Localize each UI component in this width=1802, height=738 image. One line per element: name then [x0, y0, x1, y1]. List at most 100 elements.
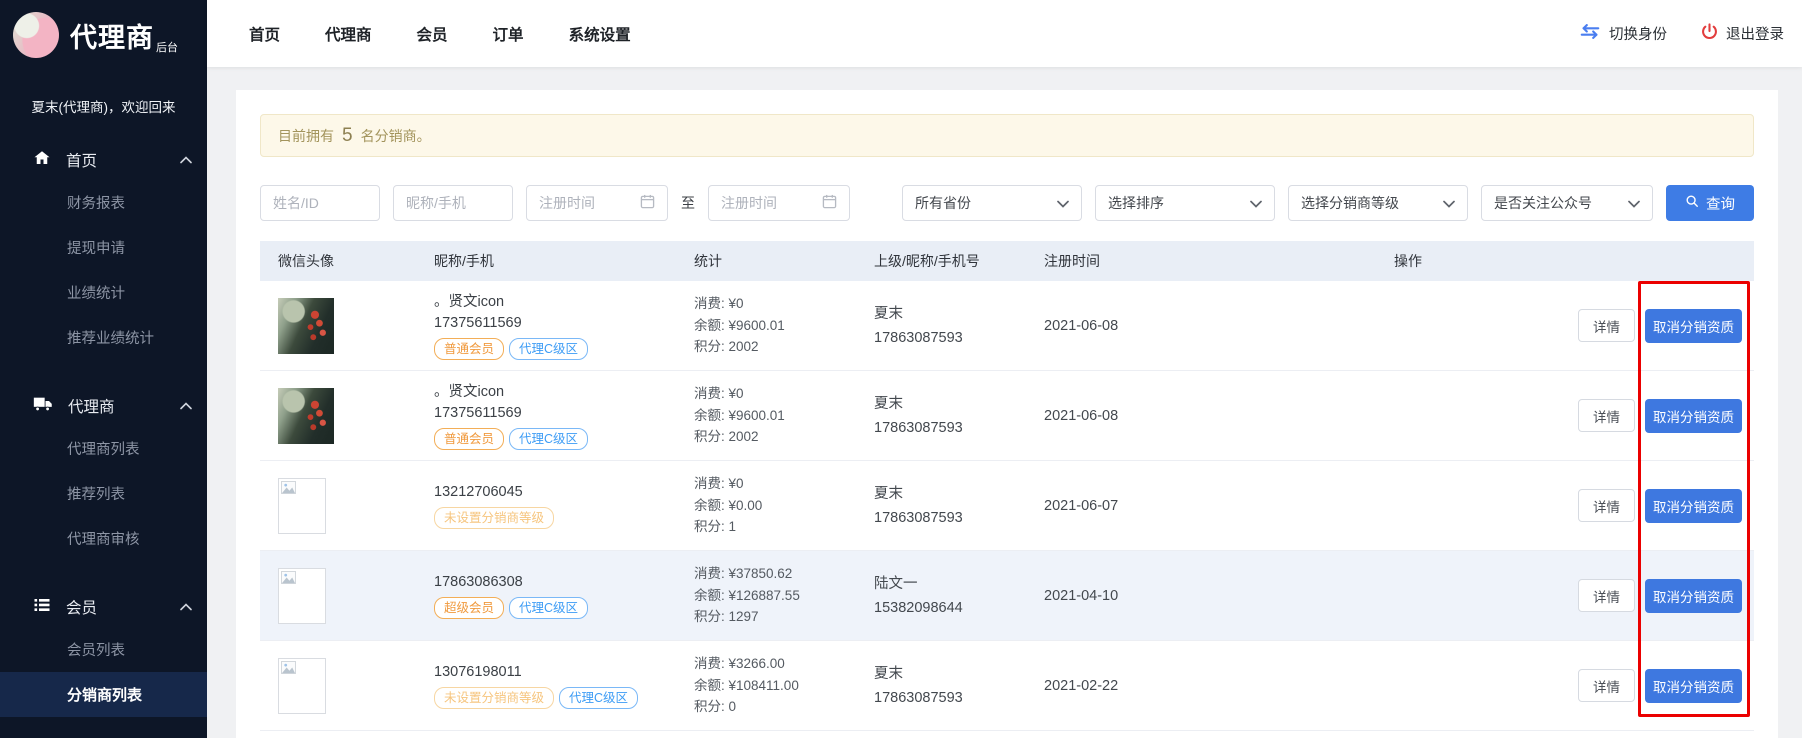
cancel-distribution-button[interactable]: 取消分销资质	[1645, 669, 1742, 703]
nickname-phone-input[interactable]	[393, 185, 513, 221]
sidebar-item-performance-stats[interactable]: 业绩统计	[0, 270, 207, 315]
consume-stat: 消费: ¥0	[694, 473, 860, 495]
tab-home[interactable]: 首页	[249, 23, 280, 45]
agent-zone-badge: 代理C级区	[559, 687, 638, 709]
detail-button[interactable]: 详情	[1578, 309, 1635, 342]
balance-stat: 余额: ¥0.00	[694, 495, 860, 517]
sidebar-item-member[interactable]: 会员	[0, 587, 207, 627]
nickname: 。贤文icon	[434, 382, 680, 403]
column-header-register-time: 注册时间	[1030, 251, 1380, 271]
home-icon	[33, 149, 51, 172]
consume-stat: 消费: ¥0	[694, 293, 860, 315]
province-select[interactable]: 所有省份	[902, 185, 1082, 221]
parent-name: 夏末	[874, 482, 1030, 506]
logout-label: 退出登录	[1726, 23, 1784, 44]
logo-avatar	[13, 12, 59, 58]
member-level-badge: 普通会员	[434, 338, 504, 360]
detail-button[interactable]: 详情	[1578, 579, 1635, 612]
sidebar-item-finance-report[interactable]: 财务报表	[0, 180, 207, 225]
sidebar-menu: 首页 财务报表 提现申请 业绩统计 推荐业绩统计 代理商	[0, 140, 207, 717]
wechat-avatar-placeholder	[278, 478, 326, 534]
sidebar-item-agent-review[interactable]: 代理商审核	[0, 516, 207, 561]
welcome-text: 夏末(代理商)，欢迎回来	[0, 96, 207, 116]
distributor-table: 微信头像 昵称/手机 统计 上级/昵称/手机号 注册时间 操作 。贤文icon …	[260, 241, 1754, 731]
phone: 13212706045	[434, 482, 680, 503]
distributor-level-select[interactable]: 选择分销商等级	[1288, 185, 1468, 221]
parent-name: 夏末	[874, 302, 1030, 326]
sidebar-item-referral-performance-stats[interactable]: 推荐业绩统计	[0, 315, 207, 360]
tab-system-settings[interactable]: 系统设置	[569, 23, 631, 45]
sidebar-item-home[interactable]: 首页	[0, 140, 207, 180]
chevron-up-icon[interactable]	[180, 397, 192, 415]
sidebar-item-agent[interactable]: 代理商	[0, 386, 207, 426]
main-area: 首页 代理商 会员 订单 系统设置 切换身份 退出登录	[207, 0, 1802, 738]
search-button[interactable]: 查询	[1666, 185, 1754, 221]
wechat-avatar-placeholder	[278, 658, 326, 714]
switch-identity-button[interactable]: 切换身份	[1579, 23, 1667, 44]
points-stat: 积分: 1297	[694, 606, 860, 628]
register-time-start-picker[interactable]: 注册时间	[526, 185, 668, 221]
topbar: 首页 代理商 会员 订单 系统设置 切换身份 退出登录	[207, 0, 1802, 67]
province-select-value: 所有省份	[915, 193, 971, 213]
content: 目前拥有 5 名分销商。 注册时间 至 注册	[207, 67, 1802, 738]
chevron-down-icon	[1057, 195, 1069, 211]
phone: 17375611569	[434, 403, 680, 424]
sidebar-item-distributor-list[interactable]: 分销商列表	[0, 672, 207, 717]
member-level-badge: 未设置分销商等级	[434, 687, 554, 709]
topbar-right: 切换身份 退出登录	[1579, 23, 1784, 44]
panel: 目前拥有 5 名分销商。 注册时间 至 注册	[236, 90, 1778, 738]
column-header-avatar: 微信头像	[260, 251, 420, 271]
wechat-avatar-placeholder	[278, 568, 326, 624]
sort-select[interactable]: 选择排序	[1095, 185, 1275, 221]
cancel-distribution-button[interactable]: 取消分销资质	[1645, 579, 1742, 613]
logo-title: 代理商	[70, 23, 154, 53]
register-time-end-picker[interactable]: 注册时间	[708, 185, 850, 221]
member-level-badge: 未设置分销商等级	[434, 507, 554, 529]
cancel-distribution-button[interactable]: 取消分销资质	[1645, 309, 1742, 343]
consume-stat: 消费: ¥37850.62	[694, 563, 860, 585]
follow-official-account-select[interactable]: 是否关注公众号	[1481, 185, 1653, 221]
tab-agent[interactable]: 代理商	[325, 23, 372, 45]
balance-stat: 余额: ¥108411.00	[694, 675, 860, 697]
points-stat: 积分: 1	[694, 516, 860, 538]
sidebar-item-agent-list[interactable]: 代理商列表	[0, 426, 207, 471]
sidebar-item-withdraw-apply[interactable]: 提现申请	[0, 225, 207, 270]
wechat-avatar	[278, 298, 334, 354]
column-header-actions: 操作	[1380, 251, 1754, 271]
distributor-count: 5	[342, 125, 353, 147]
cancel-distribution-button[interactable]: 取消分销资质	[1645, 399, 1742, 433]
search-icon	[1685, 194, 1699, 212]
chevron-up-icon[interactable]	[180, 151, 192, 169]
wechat-avatar	[278, 388, 334, 444]
member-level-badge: 超级会员	[434, 597, 504, 619]
tab-member[interactable]: 会员	[417, 23, 448, 45]
chevron-down-icon	[1250, 195, 1262, 211]
parent-name: 夏末	[874, 392, 1030, 416]
list-icon	[33, 596, 51, 619]
tab-order[interactable]: 订单	[493, 23, 524, 45]
cancel-distribution-button[interactable]: 取消分销资质	[1645, 489, 1742, 523]
switch-identity-label: 切换身份	[1609, 23, 1667, 44]
menu-label: 首页	[66, 149, 97, 171]
notice-prefix: 目前拥有	[278, 126, 334, 146]
notice-suffix: 名分销商。	[361, 126, 431, 146]
balance-stat: 余额: ¥9600.01	[694, 405, 860, 427]
agent-zone-badge: 代理C级区	[509, 338, 588, 360]
detail-button[interactable]: 详情	[1578, 489, 1635, 522]
logout-button[interactable]: 退出登录	[1701, 23, 1784, 44]
table-row: 。贤文icon 17375611569 普通会员 代理C级区 消费: ¥0 余额…	[260, 371, 1754, 461]
swap-arrows-icon	[1579, 24, 1601, 43]
phone: 17375611569	[434, 313, 680, 334]
register-date: 2021-06-08	[1030, 318, 1380, 334]
register-date: 2021-04-10	[1030, 588, 1380, 604]
search-button-label: 查询	[1706, 193, 1735, 214]
name-id-input[interactable]	[260, 185, 380, 221]
detail-button[interactable]: 详情	[1578, 669, 1635, 702]
register-date: 2021-02-22	[1030, 678, 1380, 694]
sidebar-item-referral-list[interactable]: 推荐列表	[0, 471, 207, 516]
column-header-stats: 统计	[680, 251, 860, 271]
detail-button[interactable]: 详情	[1578, 399, 1635, 432]
chevron-up-icon[interactable]	[180, 598, 192, 616]
menu-label: 会员	[66, 596, 97, 618]
sidebar-item-member-list[interactable]: 会员列表	[0, 627, 207, 672]
